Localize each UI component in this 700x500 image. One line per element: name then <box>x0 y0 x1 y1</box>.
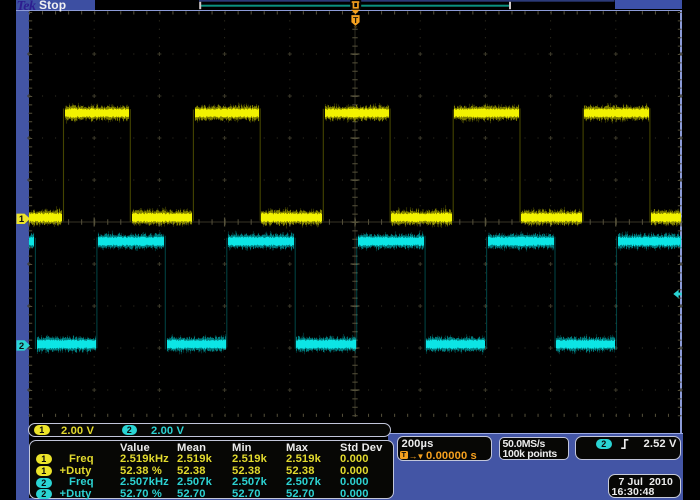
svg-text:T: T <box>353 15 359 25</box>
svg-text:2: 2 <box>19 341 24 352</box>
svg-text:1: 1 <box>19 214 25 225</box>
